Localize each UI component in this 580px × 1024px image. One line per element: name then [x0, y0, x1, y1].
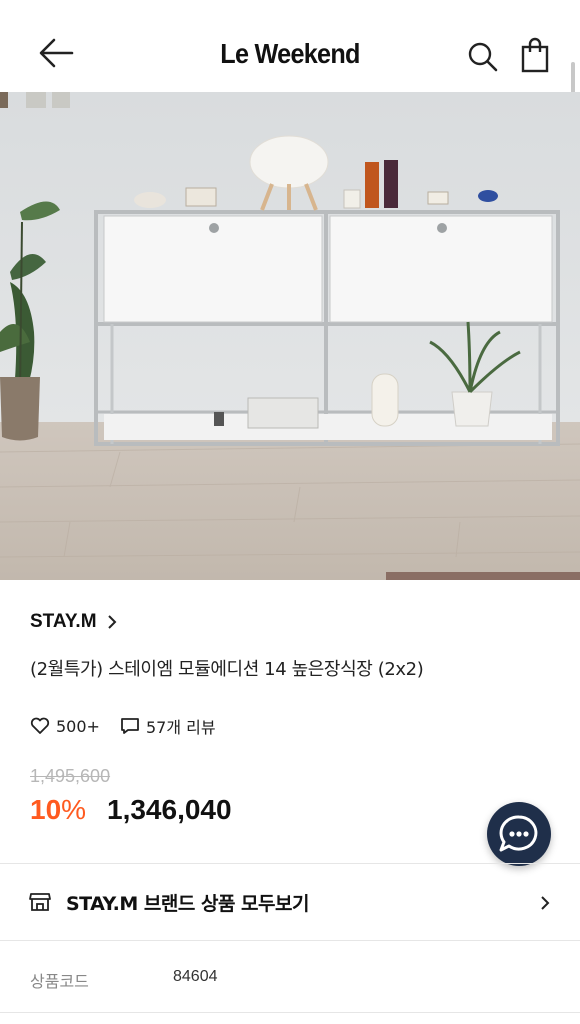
brand-link[interactable]: STAY.M: [30, 611, 117, 633]
store-icon: [29, 893, 51, 911]
product-code-label: 상품코드: [30, 972, 89, 991]
product-name: (2월특가) 스테이엠 모듈에디션 14 높은장식장 (2x2): [30, 659, 424, 680]
discount-value: 10: [30, 794, 62, 825]
review-count-text: 57개 리뷰: [145, 718, 216, 737]
brand-products-label: STAY.M 브랜드 상품 모두보기: [66, 893, 309, 915]
like-count[interactable]: 500+: [30, 717, 100, 736]
discount-rate: 10%: [30, 794, 86, 826]
like-count-text: 500+: [56, 716, 100, 736]
product-photo: [0, 92, 580, 580]
chat-bubble-icon: [499, 815, 538, 852]
product-image-carousel[interactable]: [0, 92, 580, 580]
top-app-bar: Le Weekend: [0, 0, 580, 92]
divider: [0, 940, 580, 941]
heart-icon: [30, 717, 50, 734]
brand-name: STAY.M: [30, 611, 97, 632]
comment-icon: [121, 718, 139, 734]
product-stats: 500+ 57개 리뷰: [30, 714, 236, 738]
sale-price: 1,346,040: [107, 794, 232, 825]
divider: [0, 1012, 580, 1013]
review-count[interactable]: 57개 리뷰: [120, 714, 216, 738]
original-price: 1,495,600: [30, 766, 111, 786]
shopping-bag-icon[interactable]: [518, 36, 552, 74]
discount-unit: %: [61, 794, 87, 825]
product-code-value: 84604: [173, 968, 218, 985]
chevron-right-icon: [541, 896, 550, 910]
chat-button[interactable]: [487, 802, 551, 866]
search-icon[interactable]: [466, 40, 500, 74]
chevron-right-icon: [107, 615, 116, 629]
brand-products-link[interactable]: STAY.M 브랜드 상품 모두보기: [0, 864, 580, 940]
